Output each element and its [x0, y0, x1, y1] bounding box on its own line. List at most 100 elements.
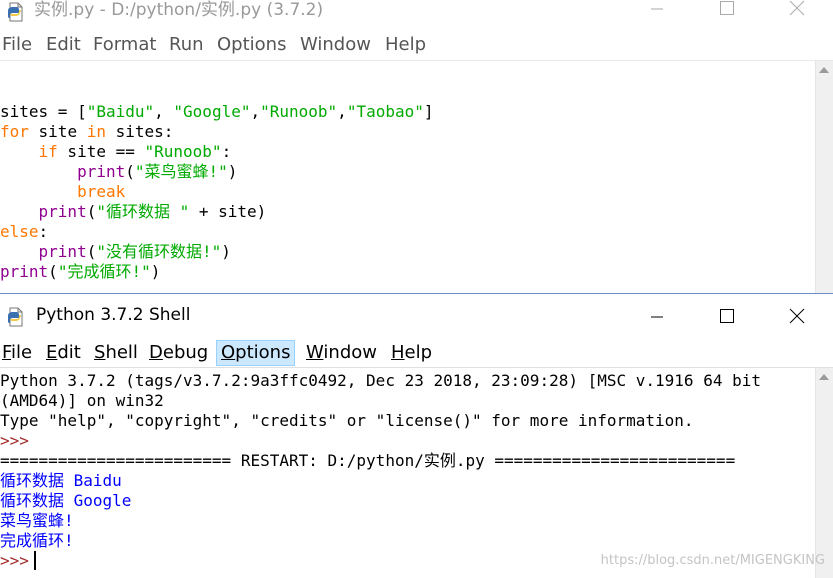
editor-menu-file[interactable]: File: [0, 33, 34, 57]
close-button[interactable]: [779, 305, 815, 327]
code-line-token: sites:: [105, 122, 174, 141]
code-line-token: ]: [423, 102, 434, 121]
code-line: print("没有循环数据!"): [0, 242, 434, 262]
text-cursor: [33, 551, 36, 570]
scroll-up-icon[interactable]: [819, 67, 829, 73]
code-line-token: "完成循环!": [57, 262, 151, 281]
code-line: print("菜鸟蜜蜂!"): [0, 162, 434, 182]
maximize-button[interactable]: [709, 0, 745, 22]
code-line-token: [0, 162, 77, 181]
watermark: https://blog.csdn.net/MIGENGKING: [600, 553, 825, 568]
shell-window-title: Python 3.7.2 Shell: [36, 305, 191, 325]
code-line-token: + site): [189, 202, 267, 221]
editor-window: 实例.py - D:/python/实例.py (3.7.2) File Edi…: [0, 0, 833, 293]
shell-line: (AMD64)] on win32: [0, 391, 761, 411]
shell-line: 完成循环!: [0, 531, 761, 551]
idle-file-icon: [8, 307, 23, 327]
code-line: print("完成循环!"): [0, 262, 434, 282]
code-line: print("循环数据 " + site): [0, 202, 434, 222]
code-line-token: ): [227, 162, 238, 181]
code-line-token: [0, 202, 39, 221]
shell-window: Python 3.7.2 Shell File Edit Shell Debug…: [0, 293, 833, 578]
shell-menu-shell[interactable]: Shell: [92, 341, 140, 365]
code-line: break: [0, 182, 434, 202]
shell-line-token: Type "help", "copyright", "credits" or "…: [0, 411, 694, 430]
code-line-token: (: [86, 202, 97, 221]
shell-line: Python 3.7.2 (tags/v3.7.2:9a3ffc0492, De…: [0, 371, 761, 391]
editor-titlebar[interactable]: 实例.py - D:/python/实例.py (3.7.2): [0, 0, 833, 22]
code-line-token: "Taobao": [346, 102, 424, 121]
idle-file-icon: [8, 2, 23, 22]
code-line-token: "没有循环数据!": [96, 242, 222, 261]
code-line-token: ): [221, 242, 231, 261]
editor-code-area[interactable]: sites = ["Baidu", "Google","Runoob","Tao…: [0, 102, 434, 282]
code-line-token: [0, 142, 39, 161]
shell-menubar: File Edit Shell Debug Options Window Hel…: [0, 340, 833, 366]
code-line-token: (: [48, 262, 58, 281]
shell-menu-options[interactable]: Options: [215, 340, 296, 366]
code-line-token: ,: [154, 102, 174, 121]
code-line-token: else: [0, 222, 39, 241]
shell-line: 循环数据 Baidu: [0, 471, 761, 491]
shell-menu-edit[interactable]: Edit: [44, 341, 83, 365]
code-line: sites = ["Baidu", "Google","Runoob","Tao…: [0, 102, 434, 122]
shell-line-token: >>>: [0, 551, 29, 570]
minimize-button[interactable]: [639, 0, 675, 22]
shell-line-token: 循环数据 Google: [0, 491, 132, 510]
code-line-token: sites = [: [0, 102, 87, 121]
editor-menu-edit[interactable]: Edit: [44, 33, 83, 57]
editor-window-title: 实例.py - D:/python/实例.py (3.7.2): [34, 0, 324, 20]
code-line-token: print: [0, 262, 49, 281]
shell-line: ======================== RESTART: D:/pyt…: [0, 451, 761, 471]
shell-line-token: 完成循环!: [0, 531, 74, 550]
editor-menu-options[interactable]: Options: [215, 33, 288, 57]
code-line-token: site: [28, 122, 87, 141]
shell-line-token: ======================== RESTART: D:/pyt…: [0, 451, 736, 470]
code-line-token: print: [38, 202, 87, 221]
shell-menu-debug[interactable]: Debug: [147, 341, 210, 365]
code-line-token: ,: [337, 102, 347, 121]
editor-menu-window[interactable]: Window: [298, 33, 373, 57]
editor-menu-divider: [0, 60, 833, 61]
editor-menu-format[interactable]: Format: [91, 33, 158, 57]
code-line-token: [0, 182, 77, 201]
code-line-token: "循环数据 ": [96, 202, 190, 221]
code-line-token: ,: [250, 102, 261, 121]
code-line-token: :: [38, 222, 49, 241]
shell-titlebar[interactable]: Python 3.7.2 Shell: [0, 305, 833, 327]
shell-line-token: (AMD64)] on win32: [0, 391, 164, 410]
code-line: else:: [0, 222, 434, 242]
code-line-token: "Runoob": [144, 142, 222, 161]
editor-menu-run[interactable]: Run: [167, 33, 206, 57]
code-line-token: "Baidu": [86, 102, 155, 121]
shell-line: 循环数据 Google: [0, 491, 761, 511]
code-line-token: "菜鸟蜜蜂!": [134, 162, 228, 181]
maximize-button[interactable]: [709, 305, 745, 327]
code-line-token: "Runoob": [260, 102, 338, 121]
code-line-token: ): [150, 262, 161, 281]
code-line-token: if: [38, 142, 58, 161]
close-icon: [789, 0, 805, 16]
editor-scrollbar[interactable]: [815, 61, 833, 293]
code-line: for site in sites:: [0, 122, 434, 142]
shell-scrollbar[interactable]: [815, 368, 833, 578]
editor-menubar: File Edit Format Run Options Window Help: [0, 33, 833, 57]
code-line-token: (: [125, 162, 135, 181]
shell-line-token: >>>: [0, 431, 29, 450]
code-line-token: site ==: [57, 142, 145, 161]
code-line-token: in: [86, 122, 106, 141]
scroll-up-icon[interactable]: [819, 374, 829, 380]
code-line-token: "Google": [173, 102, 251, 121]
shell-line: >>>: [0, 431, 761, 451]
shell-output-area[interactable]: Python 3.7.2 (tags/v3.7.2:9a3ffc0492, De…: [0, 371, 761, 571]
code-line-token: break: [77, 182, 126, 201]
close-button[interactable]: [779, 0, 815, 22]
shell-menu-window[interactable]: Window: [304, 341, 379, 365]
code-line: if site == "Runoob":: [0, 142, 434, 162]
code-line-token: :: [221, 142, 232, 161]
minimize-button[interactable]: [639, 305, 675, 327]
shell-menu-file[interactable]: File: [0, 341, 34, 365]
shell-menu-help[interactable]: Help: [389, 341, 434, 365]
minimize-icon: [651, 316, 663, 318]
editor-menu-help[interactable]: Help: [383, 33, 428, 57]
